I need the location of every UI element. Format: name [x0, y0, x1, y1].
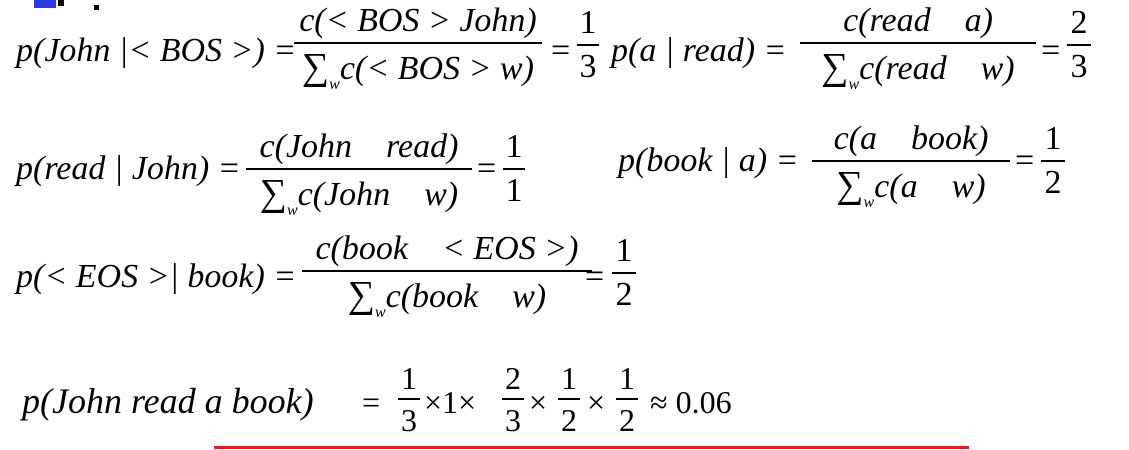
eq1-fraction: c(< BOS > John) ∑wc(< BOS > w) — [294, 4, 542, 93]
sum-symbol: ∑ — [821, 46, 849, 88]
final-times-3: × — [587, 384, 606, 420]
corner-mark — [34, 0, 56, 8]
eq4-equals: = — [1015, 142, 1035, 179]
sum-symbol: ∑ — [302, 46, 330, 88]
final-f4-den: 2 — [619, 402, 635, 438]
final-f4-num: 1 — [619, 360, 635, 396]
eq4-fraction-bar — [812, 160, 1010, 162]
red-underline — [214, 446, 969, 449]
eq1-result-bar — [577, 44, 599, 46]
eq2-lhs: p(a | read) = — [611, 32, 787, 69]
eq4-lhs: p(book | a) = — [618, 142, 799, 179]
eq2-result: 2 3 — [1067, 6, 1091, 84]
eq3-denominator-text: c(John w) — [297, 176, 459, 213]
eq2-equals: = — [1041, 32, 1061, 69]
eq4-result: 1 2 — [1041, 122, 1065, 200]
eq4-denominator: ∑wc(a w) — [836, 166, 985, 211]
eq1-equals: = — [551, 32, 571, 69]
final-f1-den: 3 — [401, 402, 417, 438]
eq3-fraction: c(John read) ∑wc(John w) — [246, 130, 472, 219]
final-f3-num: 1 — [561, 360, 577, 396]
eq3-lhs: p(read | John) = — [16, 150, 241, 187]
eq1-fraction-bar — [294, 42, 542, 44]
eq4-numerator: c(a book) — [833, 120, 989, 157]
sum-symbol: ∑ — [347, 274, 375, 316]
final-f2-num: 2 — [505, 360, 521, 396]
final-equals: = — [362, 384, 381, 420]
final-fraction-1: 1 3 — [398, 362, 420, 436]
eq2-numerator: c(read a) — [843, 2, 993, 39]
final-result: ≈ 0.06 — [650, 384, 732, 420]
final-fraction-4: 1 2 — [616, 362, 638, 436]
final-f1-bar — [398, 398, 420, 400]
eq5-numerator: c(book < EOS >) — [315, 230, 579, 267]
sum-symbol: ∑ — [836, 164, 864, 206]
eq1-denominator-text: c(< BOS > w) — [339, 50, 534, 87]
eq2-denominator: ∑wc(read w) — [821, 48, 1014, 93]
eq4-denominator-text: c(a w) — [874, 168, 986, 205]
sum-subscript: w — [329, 76, 340, 93]
eq5-result: 1 2 — [612, 234, 636, 312]
eq3-result-den: 1 — [505, 172, 523, 209]
final-f4-bar — [616, 398, 638, 400]
eq2-denominator-text: c(read w) — [859, 50, 1015, 87]
eq1-result-num: 1 — [579, 4, 597, 41]
eq5-result-num: 1 — [615, 232, 633, 269]
eq4-result-bar — [1041, 160, 1065, 162]
eq5-result-bar — [612, 272, 636, 274]
eq1-result-den: 3 — [579, 48, 597, 85]
sum-subscript: w — [863, 194, 875, 211]
eq4-result-den: 2 — [1044, 164, 1062, 201]
final-f1-num: 1 — [401, 360, 417, 396]
final-lhs: p(John read a book) — [22, 381, 314, 421]
eq3-result-num: 1 — [505, 128, 523, 165]
eq4-result-num: 1 — [1044, 120, 1062, 157]
eq3-fraction-bar — [246, 168, 472, 170]
eq1-lhs: p(John |< BOS >) = — [16, 32, 297, 69]
eq2-result-bar — [1067, 44, 1091, 46]
eq3-equals: = — [477, 150, 497, 187]
final-f3-bar — [558, 398, 580, 400]
final-f3-den: 2 — [561, 402, 577, 438]
sum-subscript: w — [286, 202, 298, 219]
eq1-result: 1 3 — [577, 6, 599, 84]
eq5-fraction: c(book < EOS >) ∑wc(book w) — [302, 232, 592, 321]
eq3-result: 1 1 — [503, 130, 525, 208]
eq5-lhs: p(< EOS >| book) = — [16, 258, 297, 295]
eq5-denominator: ∑wc(book w) — [348, 276, 546, 321]
eq1-denominator: ∑wc(< BOS > w) — [302, 48, 534, 93]
sum-subscript: w — [374, 304, 386, 321]
final-times-2: × — [529, 384, 548, 420]
eq4-fraction: c(a book) ∑wc(a w) — [812, 122, 1010, 211]
eq1-numerator: c(< BOS > John) — [299, 2, 537, 39]
corner-dot-2 — [94, 5, 99, 10]
sum-symbol: ∑ — [259, 172, 287, 214]
final-fraction-3: 1 2 — [558, 362, 580, 436]
eq5-equals: = — [585, 258, 605, 295]
eq3-numerator: c(John read) — [259, 128, 459, 165]
eq2-result-den: 3 — [1070, 48, 1088, 85]
eq3-result-bar — [503, 168, 525, 170]
eq5-fraction-bar — [302, 270, 592, 272]
final-f2-bar — [502, 398, 524, 400]
eq2-fraction: c(read a) ∑wc(read w) — [800, 4, 1036, 93]
eq5-denominator-text: c(book w) — [385, 278, 547, 315]
corner-dot-1 — [58, 0, 64, 6]
final-times-1: ×1× — [424, 384, 477, 420]
eq2-fraction-bar — [800, 42, 1036, 44]
sum-subscript: w — [848, 76, 860, 93]
final-fraction-2: 2 3 — [502, 362, 524, 436]
final-f2-den: 3 — [505, 402, 521, 438]
eq5-result-den: 2 — [615, 276, 633, 313]
eq2-result-num: 2 — [1070, 4, 1088, 41]
eq3-denominator: ∑wc(John w) — [260, 174, 458, 219]
